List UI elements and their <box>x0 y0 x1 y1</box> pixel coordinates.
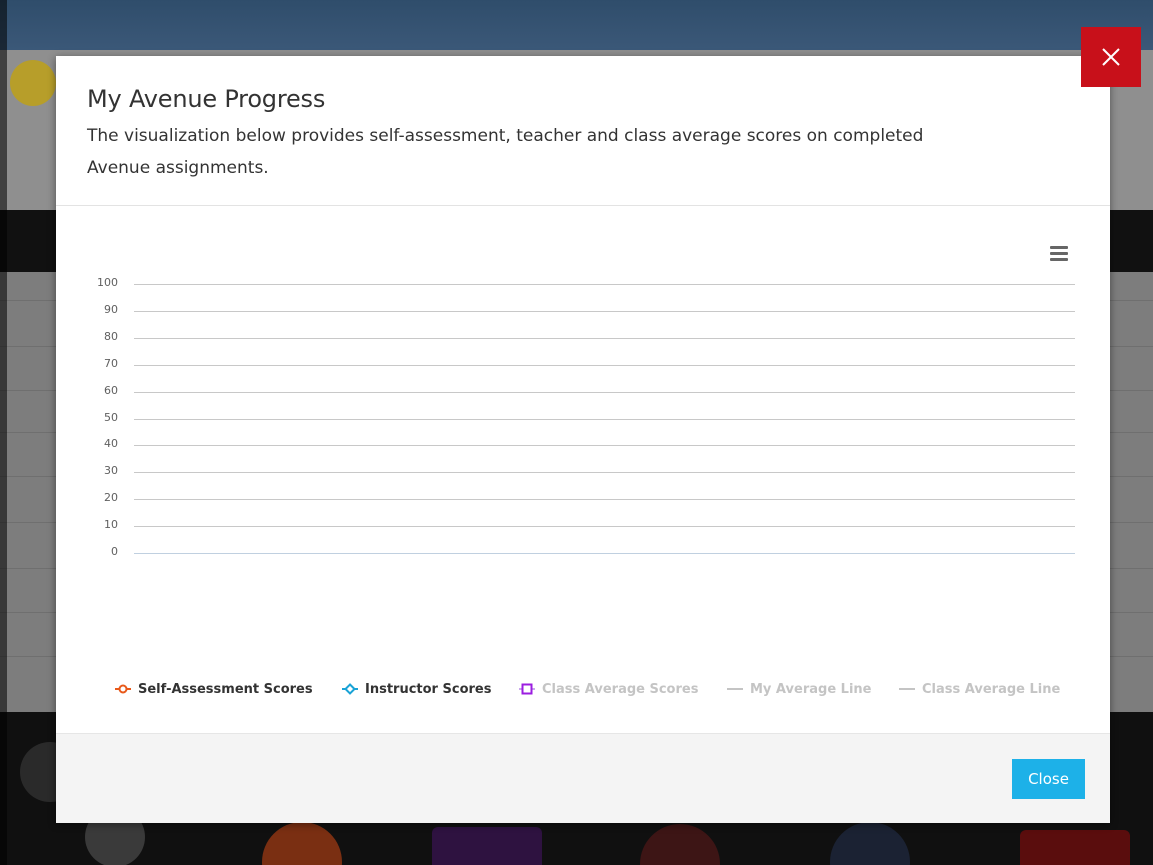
close-x-glyph <box>1102 48 1120 66</box>
progress-chart: 100 90 80 70 60 50 40 30 20 10 0 Self-Assessment S… <box>56 206 1110 733</box>
modal-header: My Avenue Progress The visualization bel… <box>56 56 1110 206</box>
y-tick-label: 80 <box>104 329 118 343</box>
legend-item-class-average-line[interactable]: Class Average Line <box>898 678 1060 700</box>
hamburger-menu-icon[interactable] <box>1049 246 1069 262</box>
y-tick-label: 70 <box>104 356 118 370</box>
y-tick-label: 40 <box>104 437 118 451</box>
gridline <box>134 419 1075 420</box>
gridline <box>134 338 1075 339</box>
y-tick-label: 30 <box>104 464 118 478</box>
gridline <box>134 392 1075 393</box>
chart-legend: Self-Assessment Scores Instructor Scores… <box>56 678 1110 700</box>
y-tick-label: 50 <box>104 410 118 424</box>
modal-footer: Close <box>56 733 1110 823</box>
background-topbar <box>0 0 1153 50</box>
gridline <box>134 445 1075 446</box>
legend-item-class-average[interactable]: Class Average Scores <box>518 678 698 700</box>
square-marker-icon <box>519 683 535 695</box>
y-tick-label: 20 <box>104 491 118 505</box>
x-axis-line <box>134 553 1075 554</box>
legend-label: Instructor Scores <box>365 681 492 697</box>
line-marker-icon <box>899 688 915 690</box>
legend-label: Class Average Scores <box>542 681 699 697</box>
modal-title: My Avenue Progress <box>87 85 326 113</box>
line-marker-icon <box>727 688 743 690</box>
close-button[interactable]: Close <box>1012 759 1085 799</box>
gridline <box>134 499 1075 500</box>
y-tick-label: 100 <box>97 276 118 289</box>
y-tick-label: 0 <box>111 545 118 558</box>
y-tick-label: 10 <box>104 518 118 532</box>
background-avatar <box>10 60 56 106</box>
legend-item-instructor[interactable]: Instructor Scores <box>341 678 491 700</box>
circle-marker-icon <box>115 684 131 694</box>
legend-item-self-assessment[interactable]: Self-Assessment Scores <box>114 678 313 700</box>
y-tick-label: 90 <box>104 302 118 316</box>
gridline <box>134 526 1075 527</box>
diamond-marker-icon <box>342 683 358 695</box>
legend-item-my-average-line[interactable]: My Average Line <box>726 678 871 700</box>
legend-label: My Average Line <box>750 681 872 697</box>
modal-description: The visualization below provides self-as… <box>87 126 924 178</box>
close-x-icon[interactable] <box>1081 27 1141 87</box>
gridline <box>134 284 1075 285</box>
gridline <box>134 472 1075 473</box>
legend-label: Class Average Line <box>922 681 1061 697</box>
gridline <box>134 365 1075 366</box>
legend-label: Self-Assessment Scores <box>138 681 313 697</box>
progress-modal: My Avenue Progress The visualization bel… <box>56 56 1110 823</box>
gridline <box>134 311 1075 312</box>
y-tick-label: 60 <box>104 383 118 397</box>
